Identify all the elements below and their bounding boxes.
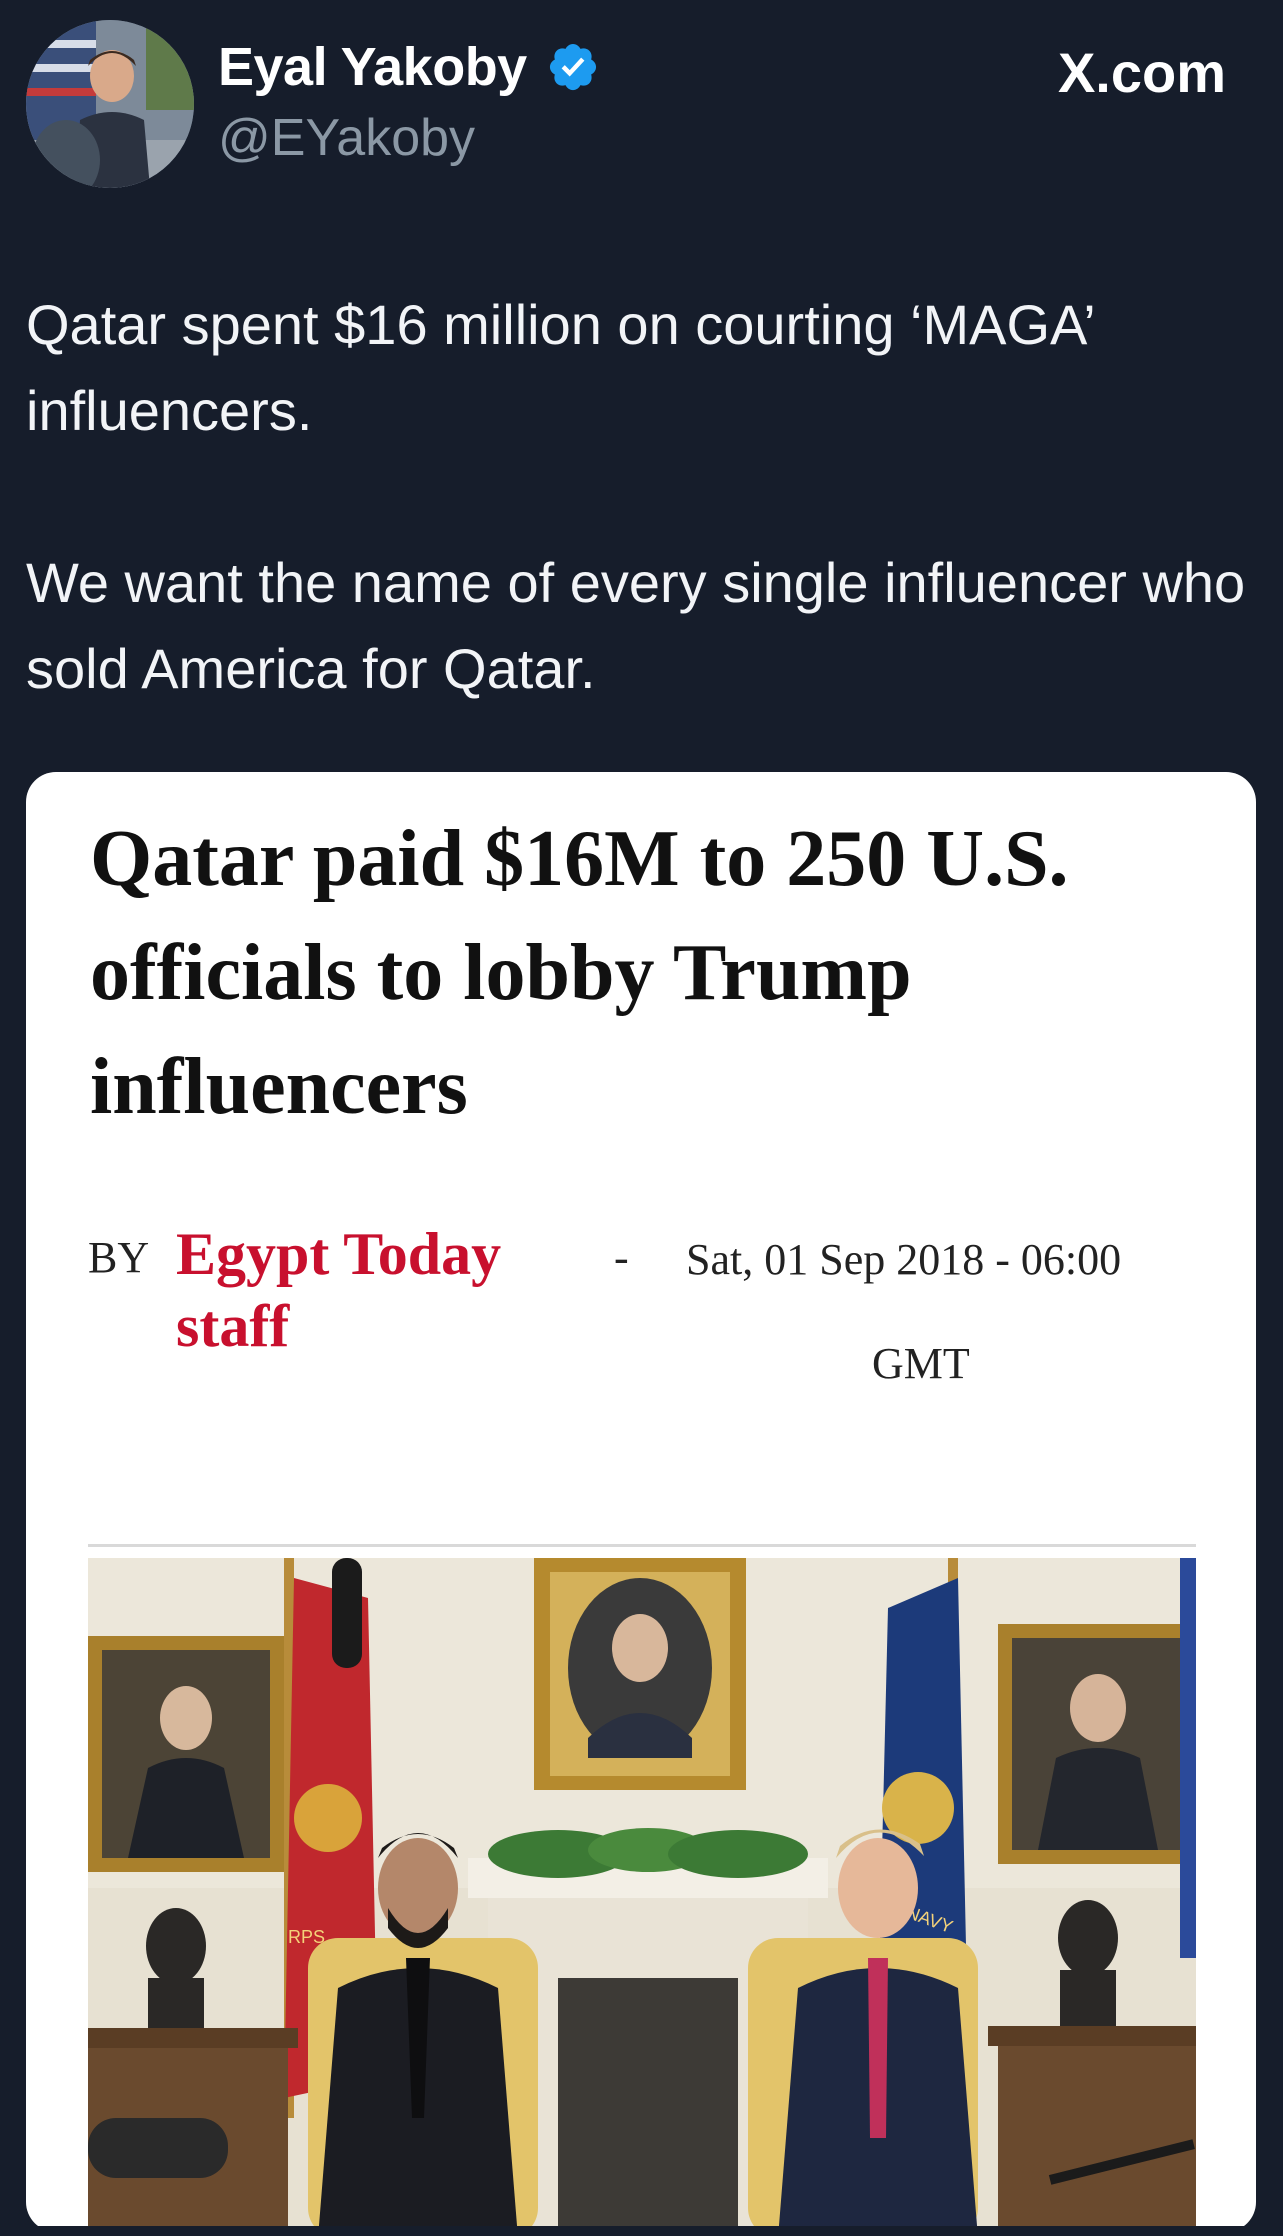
- author-name[interactable]: Eyal Yakoby: [218, 36, 527, 98]
- tweet-text: Qatar spent $16 million on courting ‘MAG…: [26, 282, 1256, 712]
- avatar[interactable]: [26, 20, 194, 188]
- author-handle[interactable]: @EYakoby: [218, 108, 475, 168]
- byline-by: BY: [88, 1233, 150, 1282]
- tweet-paragraph: Qatar spent $16 million on courting ‘MAG…: [26, 293, 1094, 442]
- divider: [88, 1544, 1196, 1547]
- byline-author: Egypt Today staff: [176, 1221, 502, 1359]
- byline-separator: -: [614, 1233, 629, 1282]
- oval-office-photo: RPS S NAVY: [88, 1558, 1196, 2232]
- article-headline: Qatar paid $16M to 250 U.S. officials to…: [90, 815, 1069, 1131]
- article-photo: RPS S NAVY: [88, 1558, 1196, 2232]
- avatar-photo: [26, 20, 194, 188]
- verified-badge-icon: [549, 43, 597, 91]
- brand-label: X.com: [1057, 41, 1226, 104]
- bottom-strip: [0, 2226, 1283, 2236]
- byline-timezone: GMT: [872, 1339, 970, 1388]
- article-card[interactable]: Qatar paid $16M to 250 U.S. officials to…: [26, 772, 1256, 2232]
- tweet-paragraph: We want the name of every single influen…: [26, 551, 1246, 700]
- flag-text: RPS: [288, 1927, 325, 1947]
- tweet-header: Eyal Yakoby @EYakoby X.com: [0, 0, 1283, 200]
- byline-date: Sat, 01 Sep 2018 - 06:00: [686, 1235, 1122, 1284]
